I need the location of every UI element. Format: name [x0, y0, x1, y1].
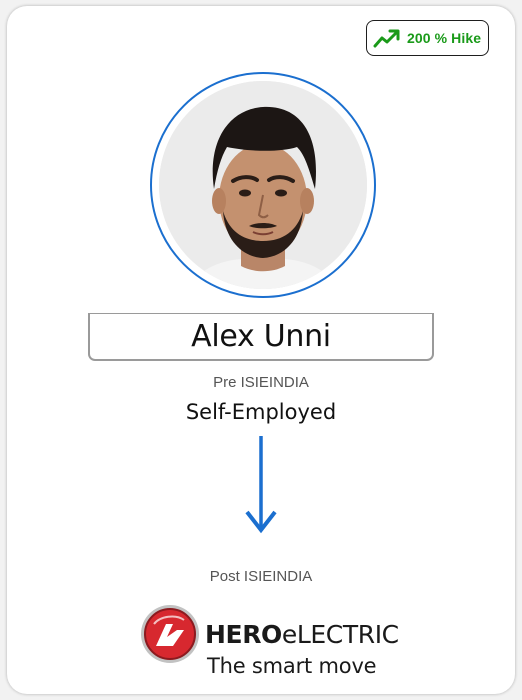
profile-card: 200 % Hike Alex Unni Pre ISIEINDIA Self-…	[7, 6, 515, 694]
profile-name: Alex Unni	[191, 319, 331, 354]
brand-light: eLECTRIC	[281, 620, 399, 649]
post-label: Post ISIEINDIA	[209, 568, 313, 585]
pre-label: Pre ISIEINDIA	[213, 374, 309, 391]
hike-badge[interactable]: 200 % Hike	[366, 20, 489, 56]
pre-role: Self-Employed	[185, 400, 337, 424]
company-brand: HEROeLECTRIC	[205, 620, 399, 650]
arrow-down-icon	[244, 434, 278, 538]
brand-bold: HERO	[205, 620, 282, 649]
hike-label: 200 % Hike	[407, 30, 482, 46]
hero-electric-emblem-icon	[140, 604, 200, 664]
company-tagline: The smart move	[207, 654, 377, 678]
name-box: Alex Unni	[88, 313, 434, 361]
avatar	[159, 81, 367, 289]
trend-up-icon	[373, 29, 400, 48]
company-logo: HEROeLECTRIC The smart move	[140, 604, 399, 684]
avatar-photo	[159, 81, 367, 289]
